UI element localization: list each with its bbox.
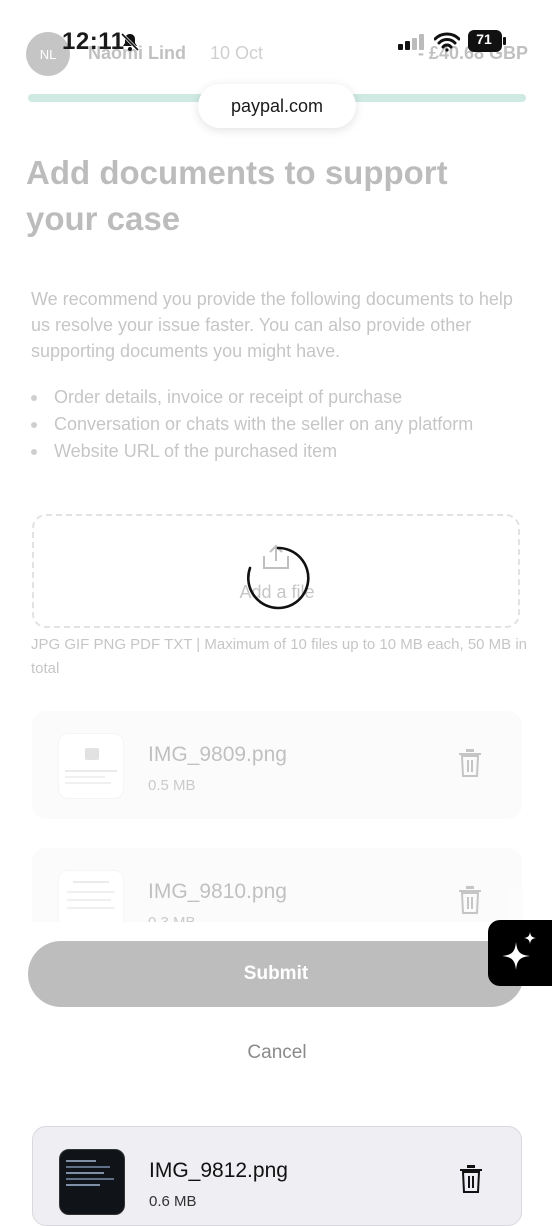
- browser-url: paypal.com: [230, 95, 324, 116]
- file-size: 0.5 MB: [148, 777, 196, 794]
- trash-icon[interactable]: [458, 886, 482, 914]
- file-thumbnail: [58, 733, 124, 799]
- file-thumbnail: [59, 1149, 125, 1215]
- trash-icon[interactable]: [458, 749, 482, 777]
- file-name: IMG_9809.png: [148, 743, 287, 766]
- document-list: Order details, invoice or receipt of pur…: [31, 384, 531, 465]
- file-card: IMG_9809.png 0.5 MB: [32, 711, 522, 819]
- status-bar: 12:11 71: [0, 0, 554, 60]
- signal-icon: [398, 34, 424, 50]
- trash-icon[interactable]: [459, 1165, 483, 1193]
- file-hint: JPG GIF PNG PDF TXT | Maximum of 10 file…: [31, 636, 528, 677]
- list-item: Conversation or chats with the seller on…: [31, 411, 531, 438]
- cancel-button[interactable]: Cancel: [0, 1042, 554, 1064]
- file-card-dragging[interactable]: IMG_9812.png 0.6 MB: [32, 1126, 522, 1226]
- loading-spinner: [247, 546, 310, 610]
- intro-text: We recommend you provide the following d…: [31, 289, 513, 361]
- bell-slash-icon: [120, 32, 140, 52]
- sparkle-icon: [502, 932, 536, 970]
- status-time: 12:11: [62, 28, 125, 55]
- list-item: Website URL of the purchased item: [31, 438, 531, 465]
- submit-button[interactable]: Submit: [28, 941, 524, 1007]
- page-title: Add documents to support your case: [26, 154, 448, 237]
- assistant-button[interactable]: [488, 920, 552, 986]
- file-name: IMG_9810.png: [148, 880, 287, 903]
- battery-level: 71: [476, 31, 492, 47]
- list-item: Order details, invoice or receipt of pur…: [31, 384, 531, 411]
- wifi-icon: [434, 32, 460, 52]
- file-name: IMG_9812.png: [149, 1159, 288, 1182]
- file-size: 0.6 MB: [149, 1193, 197, 1210]
- browser-url-pill[interactable]: paypal.com: [198, 84, 356, 128]
